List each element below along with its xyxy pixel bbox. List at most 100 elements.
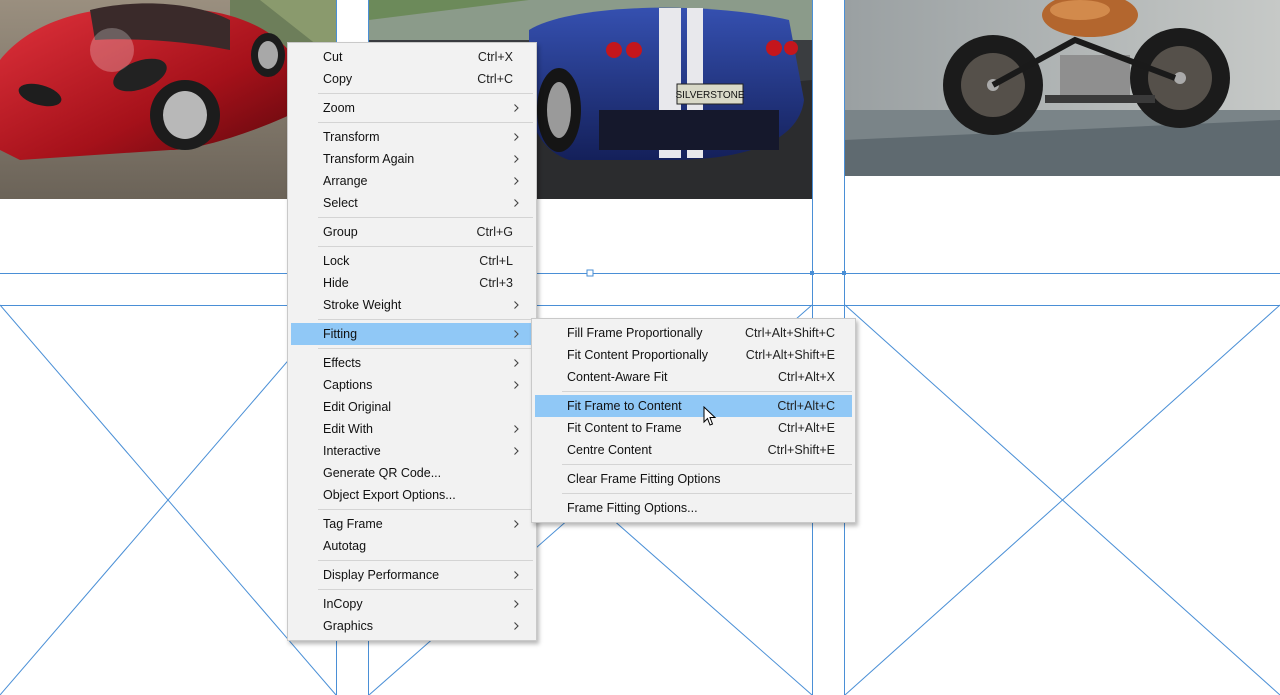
menu-item-interactive[interactable]: Interactive [291, 440, 533, 462]
chevron-right-icon [513, 192, 521, 214]
menu-item-label: Generate QR Code... [323, 466, 442, 480]
menu-item-label: Content-Aware Fit [567, 370, 668, 384]
menu-item-autotag[interactable]: Autotag [291, 535, 533, 557]
menu-separator [562, 464, 852, 465]
menu-item-shortcut: Ctrl+L [479, 254, 513, 268]
menu-item-label: Tag Frame [323, 517, 383, 531]
menu-item-label: Object Export Options... [323, 488, 456, 502]
chevron-right-icon [513, 374, 521, 396]
menu-item-label: Autotag [323, 539, 367, 553]
menu-item-label: Fitting [323, 327, 358, 341]
menu-item-captions[interactable]: Captions [291, 374, 533, 396]
menu-item-generate-qr-code[interactable]: Generate QR Code... [291, 462, 533, 484]
menu-item-shortcut: Ctrl+Alt+Shift+C [745, 326, 835, 340]
menu-item-label: Edit Original [323, 400, 392, 414]
menu-item-label: Copy [323, 72, 353, 86]
menu-item-incopy[interactable]: InCopy [291, 593, 533, 615]
menu-item-label: Fill Frame Proportionally [567, 326, 703, 340]
menu-item-label: Fit Content Proportionally [567, 348, 709, 362]
menu-separator [318, 348, 533, 349]
menu-item-label: Transform Again [323, 152, 415, 166]
menu-item-label: Graphics [323, 619, 374, 633]
context-menu: Cut Ctrl+X Copy Ctrl+C Zoom Transform Transfor… [287, 42, 537, 641]
menu-separator [318, 560, 533, 561]
chevron-right-icon [513, 323, 521, 345]
submenu-item-fit-frame-to-content[interactable]: Fit Frame to Content Ctrl+Alt+C [535, 395, 852, 417]
menu-item-zoom[interactable]: Zoom [291, 97, 533, 119]
menu-item-shortcut: Ctrl+Alt+X [778, 370, 835, 384]
menu-item-edit-with[interactable]: Edit With [291, 418, 533, 440]
menu-item-edit-original[interactable]: Edit Original [291, 396, 533, 418]
chevron-right-icon [513, 564, 521, 586]
menu-item-arrange[interactable]: Arrange [291, 170, 533, 192]
menu-item-label: Effects [323, 356, 361, 370]
menu-separator [562, 493, 852, 494]
menu-item-label: Hide [323, 276, 349, 290]
menu-separator [318, 246, 533, 247]
menu-item-label: Fit Content to Frame [567, 421, 682, 435]
menu-item-label: Group [323, 225, 358, 239]
fitting-submenu: Fill Frame Proportionally Ctrl+Alt+Shift+… [531, 318, 856, 523]
menu-separator [318, 319, 533, 320]
submenu-item-fit-content-to-frame[interactable]: Fit Content to Frame Ctrl+Alt+E [535, 417, 852, 439]
menu-item-label: Captions [323, 378, 373, 392]
menu-item-label: Display Performance [323, 568, 440, 582]
submenu-item-fill-frame-proportionally[interactable]: Fill Frame Proportionally Ctrl+Alt+Shift+… [535, 322, 852, 344]
chevron-right-icon [513, 593, 521, 615]
menu-item-label: Interactive [323, 444, 381, 458]
submenu-item-frame-fitting-options[interactable]: Frame Fitting Options... [535, 497, 852, 519]
menu-item-graphics[interactable]: Graphics [291, 615, 533, 637]
menu-separator [562, 391, 852, 392]
menu-item-label: InCopy [323, 597, 363, 611]
chevron-right-icon [513, 97, 521, 119]
menu-item-transform[interactable]: Transform [291, 126, 533, 148]
menu-item-object-export-options[interactable]: Object Export Options... [291, 484, 533, 506]
chevron-right-icon [513, 148, 521, 170]
menu-item-shortcut: Ctrl+Alt+C [777, 399, 835, 413]
menu-separator [318, 589, 533, 590]
mouse-pointer-icon [703, 405, 717, 432]
menu-item-cut[interactable]: Cut Ctrl+X [291, 46, 533, 68]
menu-item-label: Edit With [323, 422, 374, 436]
menu-item-label: Cut [323, 50, 343, 64]
menu-item-fitting[interactable]: Fitting [291, 323, 533, 345]
menu-item-shortcut: Ctrl+G [476, 225, 513, 239]
menu-item-label: Lock [323, 254, 350, 268]
chevron-right-icon [513, 170, 521, 192]
menu-item-transform-again[interactable]: Transform Again [291, 148, 533, 170]
menu-item-lock[interactable]: Lock Ctrl+L [291, 250, 533, 272]
menu-item-label: Arrange [323, 174, 368, 188]
chevron-right-icon [513, 126, 521, 148]
submenu-item-clear-frame-fitting-options[interactable]: Clear Frame Fitting Options [535, 468, 852, 490]
menu-item-label: Zoom [323, 101, 355, 115]
menu-separator [318, 122, 533, 123]
menu-item-label: Frame Fitting Options... [567, 501, 698, 515]
menu-item-hide[interactable]: Hide Ctrl+3 [291, 272, 533, 294]
menu-item-label: Fit Frame to Content [567, 399, 682, 413]
menu-item-shortcut: Ctrl+3 [479, 276, 513, 290]
menu-item-display-performance[interactable]: Display Performance [291, 564, 533, 586]
menu-item-label: Select [323, 196, 358, 210]
submenu-item-content-aware-fit[interactable]: Content-Aware Fit Ctrl+Alt+X [535, 366, 852, 388]
submenu-item-fit-content-proportionally[interactable]: Fit Content Proportionally Ctrl+Alt+Shift… [535, 344, 852, 366]
menu-item-label: Stroke Weight [323, 298, 402, 312]
chevron-right-icon [513, 513, 521, 535]
chevron-right-icon [513, 294, 521, 316]
menu-item-group[interactable]: Group Ctrl+G [291, 221, 533, 243]
menu-item-shortcut: Ctrl+Alt+Shift+E [745, 348, 835, 362]
menu-item-shortcut: Ctrl+Shift+E [767, 443, 835, 457]
menu-separator [318, 509, 533, 510]
menu-item-label: Transform [323, 130, 380, 144]
menu-item-select[interactable]: Select [291, 192, 533, 214]
menu-item-label: Centre Content [567, 443, 652, 457]
chevron-right-icon [513, 352, 521, 374]
menu-item-stroke-weight[interactable]: Stroke Weight [291, 294, 533, 316]
menu-item-shortcut: Ctrl+X [477, 50, 513, 64]
submenu-item-centre-content[interactable]: Centre Content Ctrl+Shift+E [535, 439, 852, 461]
menu-separator [318, 217, 533, 218]
menu-item-effects[interactable]: Effects [291, 352, 533, 374]
menu-item-copy[interactable]: Copy Ctrl+C [291, 68, 533, 90]
menu-item-tag-frame[interactable]: Tag Frame [291, 513, 533, 535]
chevron-right-icon [513, 418, 521, 440]
chevron-right-icon [513, 615, 521, 637]
